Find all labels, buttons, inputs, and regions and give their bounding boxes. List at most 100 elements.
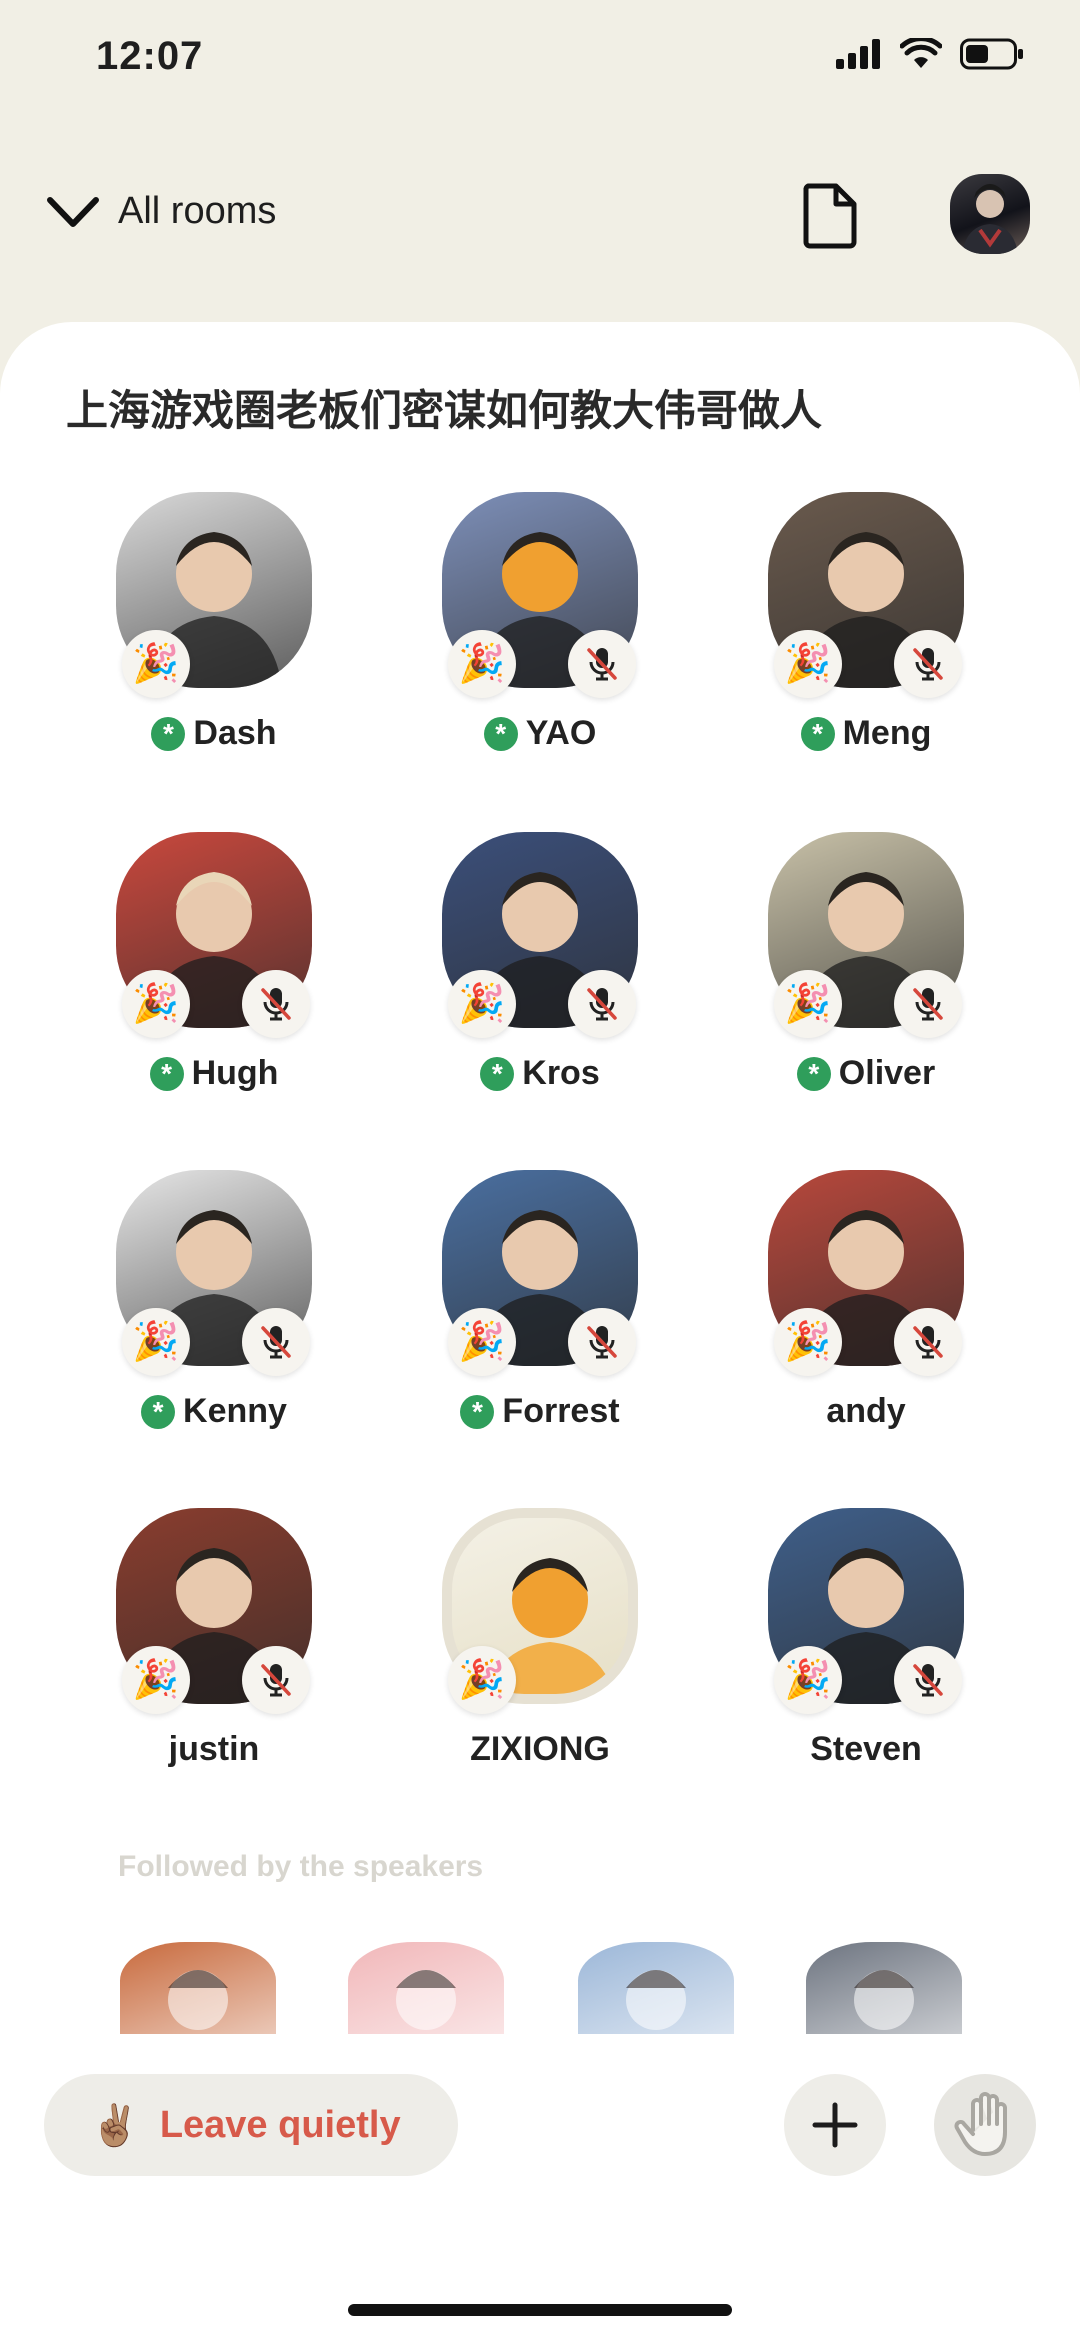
- status-icons: [836, 38, 1024, 70]
- microphone-muted-icon: [894, 970, 962, 1038]
- microphone-muted-icon: [894, 1646, 962, 1714]
- speaker-avatar-wrap: 🎉: [768, 492, 964, 698]
- speaker-name-row: * Dash: [84, 714, 344, 753]
- moderator-star-icon: *: [483, 716, 518, 751]
- speaker-name: YAO: [525, 714, 597, 752]
- leave-quietly-label: Leave quietly: [159, 2103, 401, 2146]
- pink-animal-listener-avatar[interactable]: [348, 1942, 504, 2034]
- home-indicator[interactable]: [348, 2304, 732, 2316]
- speaker-tile[interactable]: 🎉 * Meng: [736, 492, 996, 782]
- speaker-name: Hugh: [191, 1054, 279, 1092]
- party-popper-icon: 🎉: [122, 1646, 190, 1714]
- person-gray-listener-avatar[interactable]: [806, 1942, 962, 2034]
- speaker-name: Steven: [810, 1730, 922, 1768]
- speaker-tile[interactable]: 🎉 ZIXIONG: [410, 1508, 670, 1798]
- speaker-tile[interactable]: 🎉 * Hugh: [84, 832, 344, 1122]
- moderator-star-icon: *: [141, 1394, 176, 1429]
- speaker-tile[interactable]: 🎉 * YAO: [410, 492, 670, 782]
- chevron-down-icon: [47, 196, 99, 227]
- speaker-avatar-wrap: 🎉: [768, 1170, 964, 1376]
- speaker-name: Kenny: [183, 1392, 287, 1430]
- microphone-muted-icon: [894, 630, 962, 698]
- party-popper-icon: 🎉: [448, 1308, 516, 1376]
- moderator-star-icon: *: [149, 1056, 184, 1091]
- room-title: 上海游戏圈老板们密谋如何教大伟哥做人: [66, 386, 823, 435]
- status-bar: 12:07: [0, 0, 1080, 120]
- speaker-tile[interactable]: 🎉 justin: [84, 1508, 344, 1798]
- party-popper-icon: 🎉: [774, 1308, 842, 1376]
- speaker-name-row: * Kros: [410, 1054, 670, 1093]
- speaker-name-row: andy: [736, 1392, 996, 1431]
- person-photo-listener-avatar[interactable]: [578, 1942, 734, 2034]
- speaker-tile[interactable]: 🎉 * Forrest: [410, 1170, 670, 1460]
- cartoon-face-listener-avatar[interactable]: [120, 1942, 276, 2034]
- raise-hand-icon: [954, 2092, 1007, 2156]
- speaker-name: Dash: [193, 714, 277, 752]
- moderator-star-icon: *: [151, 716, 186, 751]
- speaker-name-row: * Forrest: [410, 1392, 670, 1431]
- microphone-muted-icon: [242, 1646, 310, 1714]
- wifi-icon: [900, 38, 942, 68]
- speaker-tile[interactable]: 🎉 Steven: [736, 1508, 996, 1798]
- speaker-avatar-wrap: 🎉: [442, 832, 638, 1038]
- party-popper-icon: 🎉: [448, 630, 516, 698]
- party-popper-icon: 🎉: [774, 630, 842, 698]
- speaker-tile[interactable]: 🎉 * Kenny: [84, 1170, 344, 1460]
- document-icon: [803, 183, 857, 249]
- speaker-name-row: ZIXIONG: [410, 1730, 670, 1769]
- battery-icon: [960, 38, 1023, 70]
- speaker-name-row: * Hugh: [84, 1054, 344, 1093]
- speaker-avatar-wrap: 🎉: [116, 832, 312, 1038]
- document-button[interactable]: [800, 180, 860, 250]
- speaker-name: Forrest: [502, 1392, 620, 1430]
- speaker-avatar-wrap: 🎉: [442, 492, 638, 698]
- top-navigation: All rooms: [0, 160, 1080, 270]
- speaker-tile[interactable]: 🎉 * Kros: [410, 832, 670, 1122]
- speaker-name-row: * Meng: [736, 714, 996, 753]
- party-popper-icon: 🎉: [122, 1308, 190, 1376]
- microphone-muted-icon: [894, 1308, 962, 1376]
- moderator-star-icon: *: [460, 1394, 495, 1429]
- moderator-star-icon: *: [796, 1056, 831, 1091]
- moderator-star-icon: *: [800, 716, 835, 751]
- speaker-tile[interactable]: 🎉 andy: [736, 1170, 996, 1460]
- speaker-name-row: Steven: [736, 1730, 996, 1769]
- raise-hand-button[interactable]: [934, 2074, 1036, 2176]
- microphone-muted-icon: [568, 970, 636, 1038]
- speaker-tile[interactable]: 🎉 * Oliver: [736, 832, 996, 1122]
- followed-section-label: Followed by the speakers: [118, 1850, 484, 1883]
- add-button[interactable]: [784, 2074, 886, 2176]
- speaker-tile[interactable]: 🎉 * Dash: [84, 492, 344, 782]
- party-popper-icon: 🎉: [122, 970, 190, 1038]
- status-time: 12:07: [96, 34, 204, 78]
- speaker-name: justin: [168, 1730, 260, 1768]
- speaker-avatar-wrap: 🎉: [116, 492, 312, 698]
- microphone-muted-icon: [242, 1308, 310, 1376]
- microphone-muted-icon: [568, 630, 636, 698]
- speaker-name: andy: [826, 1392, 906, 1430]
- all-rooms-button[interactable]: All rooms: [44, 190, 276, 233]
- speaker-name: ZIXIONG: [470, 1730, 610, 1768]
- profile-avatar-icon: [962, 184, 1018, 254]
- moderator-star-icon: *: [480, 1056, 515, 1091]
- speaker-avatar-wrap: 🎉: [768, 1508, 964, 1714]
- speaker-name: Meng: [842, 714, 932, 752]
- party-popper-icon: 🎉: [774, 1646, 842, 1714]
- party-popper-icon: 🎉: [448, 1646, 516, 1714]
- speaker-avatar-wrap: 🎉: [116, 1508, 312, 1714]
- peace-sign-icon: ✌🏽: [90, 2103, 140, 2148]
- party-popper-icon: 🎉: [774, 970, 842, 1038]
- speaker-name-row: justin: [84, 1730, 344, 1769]
- speaker-avatar-wrap: 🎉: [768, 832, 964, 1038]
- leave-quietly-button[interactable]: ✌🏽 Leave quietly: [44, 2074, 458, 2176]
- all-rooms-label: All rooms: [118, 190, 277, 232]
- microphone-muted-icon: [242, 970, 310, 1038]
- party-popper-icon: 🎉: [122, 630, 190, 698]
- profile-avatar[interactable]: [950, 174, 1030, 254]
- cellular-signal-icon: [836, 39, 880, 69]
- speaker-name: Oliver: [838, 1054, 936, 1092]
- speaker-avatar-wrap: 🎉: [116, 1170, 312, 1376]
- speaker-avatar-wrap: 🎉: [442, 1508, 638, 1714]
- plus-icon: [812, 2102, 858, 2148]
- party-popper-icon: 🎉: [448, 970, 516, 1038]
